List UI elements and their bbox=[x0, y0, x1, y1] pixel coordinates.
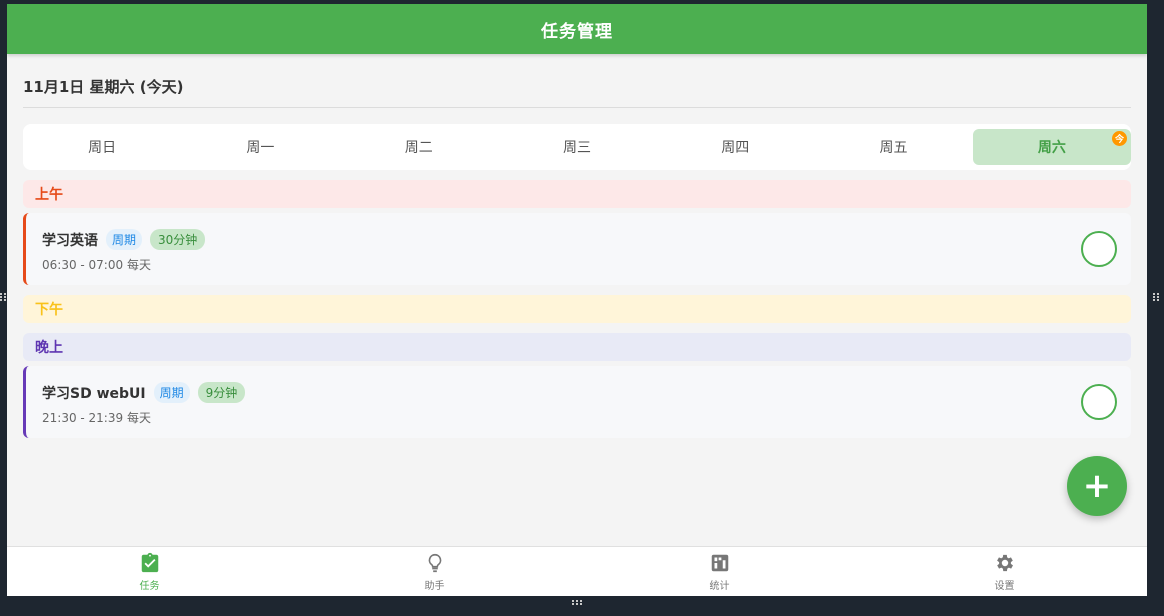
bottom-navigation: 任务 助手 统计 设置 bbox=[7, 546, 1147, 596]
section-afternoon: 下午 bbox=[23, 295, 1131, 323]
divider bbox=[23, 107, 1131, 108]
today-badge: 今 bbox=[1111, 131, 1127, 146]
duration-tag: 9分钟 bbox=[197, 382, 246, 403]
app-bar: 任务管理 bbox=[7, 4, 1147, 54]
task-card[interactable]: 学习英语 周期 30分钟 06:30 - 07:00 每天 bbox=[23, 213, 1131, 285]
day-tab-saturday[interactable]: 周六 今 bbox=[972, 129, 1131, 165]
day-tab-sunday[interactable]: 周日 bbox=[23, 129, 181, 165]
task-name: 学习SD webUI bbox=[42, 385, 146, 402]
app-window: 任务管理 11月1日 星期六 (今天) 周日 周一 周二 周三 周四 周五 周六… bbox=[7, 4, 1147, 596]
resize-handle-bottom[interactable] bbox=[572, 600, 582, 608]
nav-item-stats[interactable]: 统计 bbox=[577, 547, 862, 596]
gear-icon bbox=[996, 554, 1013, 571]
week-selector: 周日 周一 周二 周三 周四 周五 周六 今 bbox=[23, 124, 1131, 170]
resize-handle-left[interactable] bbox=[0, 293, 6, 303]
task-name: 学习英语 bbox=[42, 232, 98, 249]
section-evening: 晚上 bbox=[23, 333, 1131, 361]
task-time: 06:30 - 07:00 每天 bbox=[42, 258, 151, 272]
day-tab-tuesday[interactable]: 周二 bbox=[340, 129, 498, 165]
section-morning: 上午 bbox=[23, 180, 1131, 208]
period-tag: 周期 bbox=[106, 229, 143, 250]
nav-item-tasks[interactable]: 任务 bbox=[7, 547, 292, 596]
lightbulb-icon bbox=[428, 553, 441, 572]
day-tab-thursday[interactable]: 周四 bbox=[656, 129, 814, 165]
day-tab-friday[interactable]: 周五 bbox=[814, 129, 972, 165]
duration-tag: 30分钟 bbox=[150, 229, 206, 250]
complete-checkbox[interactable] bbox=[1081, 231, 1117, 267]
day-tab-monday[interactable]: 周一 bbox=[181, 129, 339, 165]
stats-icon bbox=[711, 554, 728, 571]
task-time: 21:30 - 21:39 每天 bbox=[42, 411, 151, 425]
date-header: 11月1日 星期六 (今天) bbox=[23, 78, 184, 96]
task-check-icon bbox=[141, 552, 158, 572]
resize-handle-right[interactable] bbox=[1153, 293, 1159, 303]
task-card[interactable]: 学习SD webUI 周期 9分钟 21:30 - 21:39 每天 bbox=[23, 366, 1131, 438]
nav-item-assistant[interactable]: 助手 bbox=[292, 547, 577, 596]
page-title: 任务管理 bbox=[541, 21, 613, 42]
period-tag: 周期 bbox=[153, 382, 190, 403]
day-tab-wednesday[interactable]: 周三 bbox=[498, 129, 656, 165]
add-task-button[interactable]: + bbox=[1067, 456, 1127, 516]
complete-checkbox[interactable] bbox=[1081, 384, 1117, 420]
nav-item-settings[interactable]: 设置 bbox=[862, 547, 1147, 596]
